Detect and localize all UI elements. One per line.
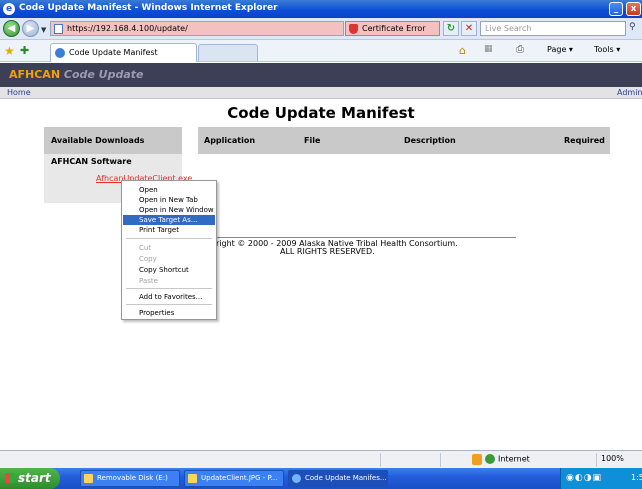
minimize-button[interactable]: _	[609, 2, 623, 16]
taskbar: start Removable Disk (E:) UpdateClient.J…	[0, 468, 642, 489]
address-toolbar: ◀ ▶ ▼ https://192.168.4.100/update/ ▼ Ce…	[0, 18, 642, 40]
tab-label: Code Update Manifest	[69, 48, 158, 57]
favorites-star-icon[interactable]: ★	[4, 44, 15, 58]
software-section-header: AFHCAN Software	[51, 157, 132, 166]
windows-flag-icon	[5, 473, 15, 483]
security-zone[interactable]: Internet	[485, 454, 530, 464]
status-bar: Internet 100%	[0, 450, 642, 468]
home-icon[interactable]: ⌂	[459, 44, 466, 57]
recent-pages-dropdown-icon[interactable]: ▼	[41, 26, 46, 34]
new-tab-button[interactable]	[198, 44, 258, 61]
address-bar[interactable]: https://192.168.4.100/update/ ▼	[50, 21, 389, 36]
column-header-application: Application	[204, 136, 256, 145]
manifest-table-header: Application File Description Required	[198, 127, 610, 154]
window-title: Code Update Manifest - Windows Internet …	[19, 3, 278, 13]
site-banner: AFHCAN Code Update	[0, 63, 642, 87]
tray-icons[interactable]: ◉◐◑▣	[566, 473, 602, 483]
zoom-level[interactable]: 100%	[601, 454, 624, 463]
menu-item-save-target-as[interactable]: Save Target As...	[123, 215, 215, 225]
menu-item-copy-shortcut[interactable]: Copy Shortcut	[123, 265, 215, 275]
brand-name: AFHCAN	[9, 68, 61, 81]
menu-item-add-to-favorites[interactable]: Add to Favorites...	[123, 292, 215, 302]
available-downloads-header: Available Downloads	[44, 127, 182, 154]
taskbar-item-image-viewer[interactable]: UpdateClient.JPG - P...	[184, 470, 284, 487]
protected-mode-icon[interactable]	[472, 454, 482, 465]
forward-button[interactable]: ▶	[22, 20, 39, 37]
status-divider	[380, 453, 381, 467]
address-input[interactable]: https://192.168.4.100/update/	[67, 24, 188, 33]
paint-icon	[188, 474, 197, 483]
site-nav-bar: Home Admin	[0, 87, 642, 99]
menu-item-open-new-tab[interactable]: Open in New Tab	[123, 195, 215, 205]
start-button[interactable]: start	[0, 468, 60, 489]
tab-favicon-icon	[55, 48, 65, 58]
menu-item-print-target[interactable]: Print Target	[123, 225, 215, 235]
tools-menu-button[interactable]: Tools ▾	[594, 45, 620, 54]
status-divider	[596, 453, 597, 467]
brand-subtitle: Code Update	[63, 68, 144, 81]
search-icon[interactable]: ⚲	[629, 22, 641, 34]
menu-separator	[126, 238, 212, 239]
footer-divider	[198, 237, 516, 238]
menu-item-open-new-window[interactable]: Open in New Window	[123, 205, 215, 215]
home-link[interactable]: Home	[7, 88, 31, 97]
folder-icon	[84, 474, 93, 483]
search-box[interactable]: Live Search	[480, 21, 626, 36]
ie-logo-icon: e	[3, 3, 15, 15]
column-header-description: Description	[404, 136, 456, 145]
menu-item-open[interactable]: Open	[123, 185, 215, 195]
refresh-button[interactable]: ↻	[443, 21, 459, 36]
search-input[interactable]: Live Search	[485, 24, 531, 33]
tab-toolbar: ★ ✚ Code Update Manifest ⌂ ▦ ⎙ Page ▾ To…	[0, 40, 642, 62]
tab-code-update-manifest[interactable]: Code Update Manifest	[50, 43, 197, 62]
print-icon[interactable]: ⎙	[516, 44, 524, 55]
menu-item-cut: Cut	[139, 244, 152, 252]
feeds-icon[interactable]: ▦	[484, 44, 493, 54]
status-divider	[440, 453, 441, 467]
add-favorites-icon[interactable]: ✚	[20, 44, 29, 57]
taskbar-item-ie[interactable]: Code Update Manifes...	[288, 470, 388, 487]
globe-icon	[485, 454, 495, 464]
close-button[interactable]: x	[626, 2, 641, 16]
start-label: start	[18, 471, 51, 485]
menu-separator	[126, 304, 212, 305]
stop-button[interactable]: ✕	[461, 21, 477, 36]
taskbar-item-label: UpdateClient.JPG - P...	[201, 474, 278, 482]
column-header-required: Required	[564, 136, 605, 145]
system-tray: ◉◐◑▣ 1:58 PM	[560, 468, 642, 489]
taskbar-item-label: Code Update Manifes...	[305, 474, 387, 482]
context-menu: Open Open in New Tab Open in New Window …	[121, 180, 217, 320]
rights-text: ALL RIGHTS RESERVED.	[280, 247, 375, 256]
window-title-bar[interactable]: e Code Update Manifest - Windows Interne…	[0, 0, 642, 18]
page-menu-button[interactable]: Page ▾	[547, 45, 573, 54]
ie-logo-icon	[292, 474, 301, 483]
certificate-error-button[interactable]: Certificate Error	[345, 21, 440, 36]
certificate-error-label: Certificate Error	[362, 24, 426, 33]
page-title: Code Update Manifest	[227, 104, 415, 122]
menu-item-copy: Copy	[139, 255, 157, 263]
site-logo: AFHCAN Code Update	[9, 68, 144, 81]
page-icon	[54, 24, 63, 34]
clock: 1:58 PM	[631, 473, 642, 482]
column-header-file: File	[304, 136, 321, 145]
shield-icon	[349, 24, 358, 34]
admin-link[interactable]: Admin	[617, 88, 642, 97]
security-zone-label: Internet	[498, 454, 530, 464]
menu-item-properties[interactable]: Properties	[123, 308, 215, 318]
menu-separator	[126, 288, 212, 289]
menu-item-paste: Paste	[139, 277, 158, 285]
taskbar-item-removable-disk[interactable]: Removable Disk (E:)	[80, 470, 180, 487]
back-button[interactable]: ◀	[3, 20, 20, 37]
taskbar-item-label: Removable Disk (E:)	[97, 474, 168, 482]
